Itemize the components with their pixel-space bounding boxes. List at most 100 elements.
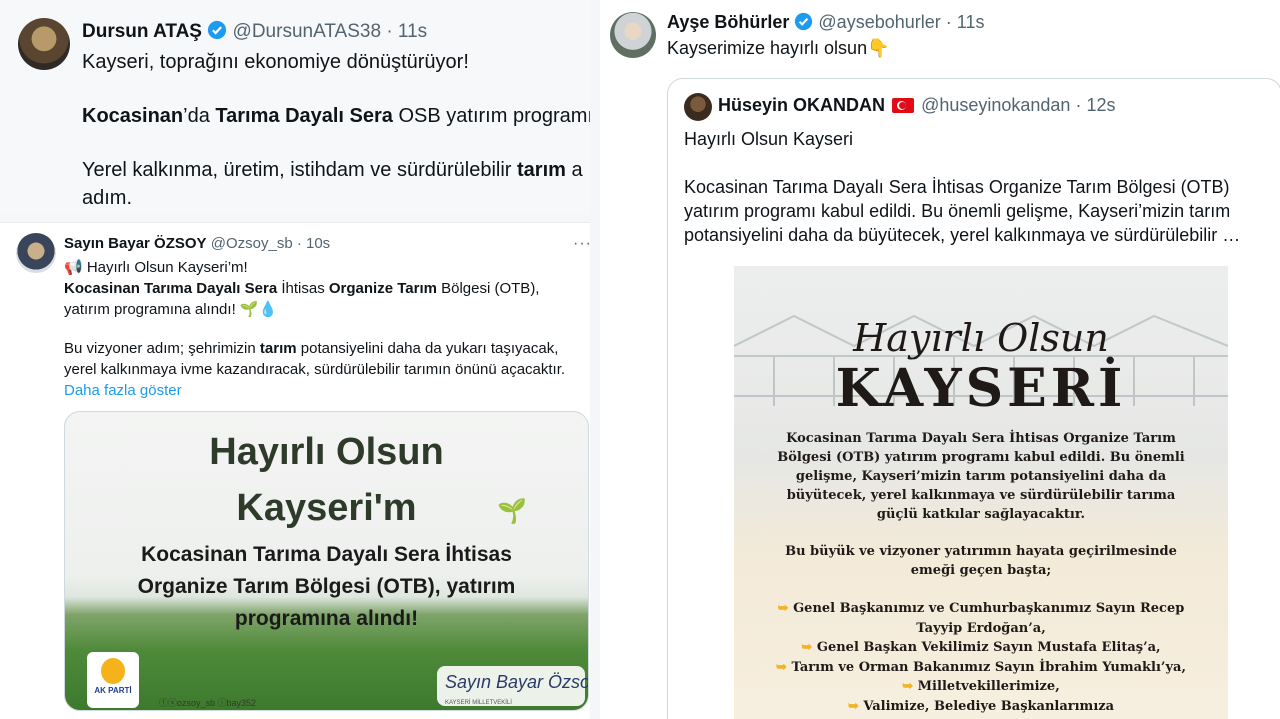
bold-text: Tarıma Dayalı Sera <box>215 105 393 127</box>
image-subtitle: Kocasinan Tarıma Dayalı Sera İhtisas Org… <box>65 539 588 635</box>
timestamp[interactable]: 11s <box>398 21 427 42</box>
text: potansiyelini daha da yukarı taşıyacak, <box>296 340 559 357</box>
list-item: ➥ Tarım ve Orman Bakanımız Sayın İbrahim… <box>734 658 1228 678</box>
image-script-title: Hayırlı Olsun <box>853 316 1109 360</box>
separator: · <box>945 12 952 32</box>
tweet-text: Hayırlı Olsun Kayseri Kocasinan Tarıma D… <box>684 127 1240 247</box>
tweet-text: Kayserimize hayırlı olsun👇 <box>667 38 890 58</box>
tweet-image[interactable]: Hayırlı Olsun Kayseri'm 🌱 Kocasinan Tarı… <box>64 411 589 711</box>
image-text-line: güçlü katkılar sağlayacaktır. <box>876 507 1086 522</box>
tweet-line: adım. <box>82 187 133 209</box>
image-text-line: Bu büyük ve vizyoner yatırımın hayata ge… <box>785 544 1177 559</box>
tweet-header: Hüseyin OKANDAN @huseyinokandan · 12s <box>718 95 1116 116</box>
tweet-line: Kayseri, toprağını ekonomiye dönüştürüyo… <box>82 51 469 73</box>
tweet-line: 📢 Hayırlı Olsun Kayseri’m! <box>64 259 248 276</box>
turkish-flag-icon <box>892 98 915 113</box>
tweet-line: Kocasinan Tarıma Dayalı Sera İhtisas Org… <box>64 278 565 299</box>
list-item: ➥ Valimize, Belediye Başkanlarımıza <box>734 697 1228 717</box>
image-text-line: gelişme, Kayseri’mizin tarım potansiyeli… <box>795 469 1167 484</box>
tweet-line: Kocasinan’da Tarıma Dayalı Sera OSB yatı… <box>82 102 590 130</box>
tweet-line: Hayırlı Olsun Kayseri <box>684 129 854 149</box>
signature-subtitle: KAYSERİ MİLLETVEKİLİ <box>445 700 512 706</box>
tweet-line: Kocasinan Tarıma Dayalı Sera İhtisas Org… <box>684 177 1230 197</box>
separator: · <box>296 235 302 252</box>
text: Bölgesi (OTB), <box>436 280 540 297</box>
display-name[interactable]: Ayşe Böhürler <box>667 12 789 32</box>
bold-text: Kocasinan Tarıma Dayalı Sera <box>64 280 278 297</box>
user-handle[interactable]: @aysebohurler <box>818 12 940 32</box>
text: OSB yatırım programı <box>392 105 590 127</box>
list-item: ➥ Milletvekillerimize, <box>734 677 1228 697</box>
image-text-line: büyütecek, yerel kalkınmaya ve sürdürüle… <box>786 488 1176 503</box>
image-title: KAYSERİ <box>835 358 1127 419</box>
tweet-header: Dursun ATAŞ @DursunATAS38 · 11s <box>82 20 427 46</box>
tweet-line: yatırım programı kabul edildi. Bu önemli… <box>684 201 1231 221</box>
party-logo: AK PARTİ <box>87 652 139 708</box>
image-subtitle-line: Kocasinan Tarıma Dayalı Sera İhtisas <box>141 543 512 566</box>
tweet-line: Bu vizyoner adım; şehrimizin tarım potan… <box>64 338 565 359</box>
display-name[interactable]: Sayın Bayar ÖZSOY <box>64 235 207 252</box>
list-item-text: Genel Başkanımız ve Cumhurbaşkanımız Say… <box>793 601 1185 616</box>
avatar[interactable] <box>18 18 70 70</box>
bold-text: Kocasinan <box>82 105 184 127</box>
display-name[interactable]: Hüseyin OKANDAN <box>718 95 885 115</box>
sprout-icon: 🌱 <box>497 498 527 525</box>
text: a <box>565 159 583 181</box>
list-item-text: Valimize, Belediye Başkanlarımıza <box>863 698 1115 714</box>
text: ’da <box>183 105 216 127</box>
list-item: ➥ Genel Başkan Vekilimiz Sayın Mustafa E… <box>734 638 1228 658</box>
display-name[interactable]: Dursun ATAŞ <box>82 21 202 42</box>
tweet-line: yerel kalkınmaya ivme kazandıracak, sürd… <box>64 361 566 378</box>
list-item-text: Tayyip Erdoğan’a, <box>916 620 1046 636</box>
timestamp[interactable]: 10s <box>306 235 330 252</box>
text: İhtisas <box>277 280 329 297</box>
pointing-hand-icon: ➥ <box>847 698 864 714</box>
image-paragraph: Kocasinan Tarıma Dayalı Sera İhtisas Org… <box>734 429 1228 580</box>
image-title-line: Hayırlı Olsun <box>209 431 444 473</box>
pointing-hand-icon: ➥ <box>902 679 918 694</box>
list-item-text: Milletvekillerimize, <box>917 679 1060 694</box>
image-text-line: Bölgesi (OTB) yatırım programı kabul edi… <box>777 450 1185 465</box>
list-item: ➥ Genel Başkanımız ve Cumhurbaşkanımız S… <box>734 599 1228 619</box>
user-handle[interactable]: @DursunATAS38 <box>233 21 381 42</box>
tweet-text: 📢 Hayırlı Olsun Kayseri’m! Kocasinan Tar… <box>64 257 565 401</box>
list-item-text: Genel Başkan Vekilimiz Sayın Mustafa Eli… <box>816 640 1161 655</box>
social-handles: ⓕⓧozsoy_sb ⓘbay352 <box>159 698 257 708</box>
user-handle[interactable]: @Ozsoy_sb <box>211 235 293 252</box>
logo-text: AK PARTİ <box>94 686 132 695</box>
bold-text: tarım <box>517 159 566 181</box>
thanks-list: ➥ Genel Başkanımız ve Cumhurbaşkanımız S… <box>734 599 1228 716</box>
user-handle[interactable]: @huseyinokandan <box>921 95 1070 115</box>
image-text-line: emeği geçen başta; <box>910 563 1052 578</box>
show-more-link[interactable]: Daha fazla göster <box>64 380 565 401</box>
tweet-line: yatırım programına alındı! 🌱💧 <box>64 301 278 318</box>
avatar[interactable] <box>610 12 656 58</box>
bold-text: Organize Tarım <box>328 280 437 297</box>
more-icon[interactable]: ··· <box>573 235 590 253</box>
list-item-text: Tarım ve Orman Bakanımız Sayın İbrahim Y… <box>791 659 1186 675</box>
lightbulb-icon <box>101 658 125 684</box>
image-subtitle-line: Organize Tarım Bölgesi (OTB), yatırım <box>137 575 516 598</box>
tweet-line: potansiyelini daha da büyütecek, yerel k… <box>684 225 1241 245</box>
tweet-line: Yerel kalkınma, üretim, istihdam ve sürd… <box>82 156 590 184</box>
pointing-hand-icon: ➥ <box>776 659 792 675</box>
text: Yerel kalkınma, üretim, istihdam ve sürd… <box>82 159 517 181</box>
tweet-bayar-ozsoy: Sayın Bayar ÖZSOY @Ozsoy_sb · 10s ··· 📢 … <box>0 222 590 719</box>
tweet-ayse-bohurler: Ayşe Böhürler @aysebohurler · 11s Kayser… <box>600 0 1280 719</box>
separator: · <box>1075 95 1082 115</box>
timestamp[interactable]: 12s <box>1086 95 1115 115</box>
bold-text: tarım <box>259 340 297 357</box>
tweet-header: Sayın Bayar ÖZSOY @Ozsoy_sb · 10s <box>64 235 330 252</box>
image-subtitle-line: programına alındı! <box>234 607 419 630</box>
verified-badge-icon <box>207 20 227 46</box>
tweet-image[interactable]: Hayırlı Olsun KAYSERİ Kocasinan Tarıma D… <box>734 266 1228 719</box>
tweet-header: Ayşe Böhürler @aysebohurler · 11s <box>667 12 984 36</box>
pointing-hand-icon: ➥ <box>801 640 817 655</box>
pointing-hand-icon: ➥ <box>777 601 794 616</box>
avatar[interactable] <box>16 233 56 273</box>
image-text-line: Kocasinan Tarıma Dayalı Sera İhtisas Org… <box>786 431 1176 446</box>
timestamp[interactable]: 11s <box>957 12 985 32</box>
tweet-text: Kayseri, toprağını ekonomiye dönüştürüyo… <box>82 48 590 212</box>
quoted-tweet[interactable]: Hüseyin OKANDAN @huseyinokandan · 12s Ha… <box>667 78 1280 719</box>
avatar[interactable] <box>684 93 712 121</box>
